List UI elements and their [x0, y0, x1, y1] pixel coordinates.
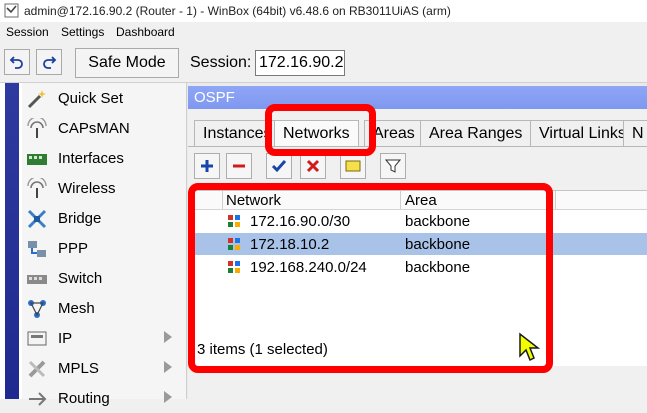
menu-dashboard[interactable]: Dashboard	[116, 25, 175, 39]
sidebar-item-label: Mesh	[58, 300, 95, 317]
wand-icon	[27, 90, 46, 109]
undo-icon	[9, 56, 23, 69]
sidebar-item-interfaces[interactable]: Interfaces	[22, 143, 186, 173]
ospf-title: OSPF	[194, 89, 235, 106]
tab-divider	[188, 146, 647, 147]
check-icon	[271, 160, 287, 173]
submenu-arrow-icon	[164, 361, 172, 373]
interfaces-icon	[27, 154, 47, 165]
ppp-icon	[28, 241, 46, 257]
ip-icon	[27, 331, 47, 346]
winbox-app-icon	[4, 3, 19, 18]
tab-overflow[interactable]: N	[623, 120, 647, 146]
mesh-icon	[28, 300, 46, 318]
undo-button[interactable]	[4, 49, 30, 75]
sidebar-item-label: Bridge	[58, 210, 102, 227]
remove-button[interactable]	[226, 153, 252, 179]
sidebar-item-label: Wireless	[58, 180, 116, 197]
sidebar-item-ip[interactable]: IP	[22, 323, 186, 353]
comment-icon	[345, 160, 361, 172]
redo-icon	[43, 56, 57, 69]
sidebar-item-mpls[interactable]: MPLS	[22, 353, 186, 383]
switch-icon	[27, 275, 47, 284]
submenu-arrow-icon	[164, 331, 172, 343]
sidebar-item-switch[interactable]: Switch	[22, 263, 186, 293]
ospf-title-bar[interactable]: OSPF	[188, 86, 647, 109]
sidebar-item-label: Quick Set	[58, 90, 124, 107]
minus-icon	[233, 164, 245, 168]
sidebar-item-label: IP	[58, 330, 73, 347]
plus-icon	[201, 160, 213, 172]
sidebar-item-capsman[interactable]: CAPsMAN	[22, 113, 186, 143]
menu-bar: Session Settings Dashboard	[0, 22, 647, 42]
column-separator	[555, 191, 556, 209]
sidebar-item-label: PPP	[58, 240, 89, 257]
sidebar-item-bridge[interactable]: Bridge	[22, 203, 186, 233]
table-highlight	[188, 183, 553, 373]
sidebar: Quick Set CAPsMAN Interfaces Wireless Br…	[22, 83, 187, 407]
redo-button[interactable]	[36, 49, 62, 75]
sidebar-item-label: Interfaces	[58, 150, 124, 167]
sidebar-item-label: MPLS	[58, 360, 99, 377]
networks-tab-highlight	[265, 104, 376, 156]
add-button[interactable]	[194, 153, 220, 179]
sidebar-item-mesh[interactable]: Mesh	[22, 293, 186, 323]
winbox-stripe	[5, 83, 19, 399]
sidebar-item-label: Switch	[58, 270, 103, 287]
antenna-icon	[27, 118, 47, 138]
sidebar-item-wireless[interactable]: Wireless	[22, 173, 186, 203]
session-label: Session:	[190, 54, 252, 71]
bridge-icon	[27, 209, 47, 229]
disable-button[interactable]	[300, 153, 326, 179]
mouse-cursor-icon	[519, 332, 541, 362]
title-bar: admin@172.16.90.2 (Router - 1) - WinBox …	[0, 0, 647, 22]
comment-button[interactable]	[340, 153, 366, 179]
filter-button[interactable]	[380, 153, 406, 179]
wireless-icon	[27, 178, 47, 198]
sidebar-item-routing[interactable]: Routing	[22, 383, 186, 413]
sidebar-item-label: CAPsMAN	[58, 120, 130, 137]
main-toolbar: Safe Mode Session: 172.16.90.2	[0, 42, 647, 83]
submenu-arrow-icon	[164, 391, 172, 403]
sidebar-item-quick-set[interactable]: Quick Set	[22, 83, 186, 113]
menu-session[interactable]: Session	[6, 25, 49, 39]
sidebar-item-ppp[interactable]: PPP	[22, 233, 186, 263]
session-field[interactable]: 172.16.90.2	[255, 50, 345, 76]
tab-virtual-links[interactable]: Virtual Links	[530, 120, 635, 146]
left-vertical-bar	[0, 83, 22, 399]
mpls-icon	[28, 360, 46, 378]
menu-settings[interactable]: Settings	[61, 25, 104, 39]
enable-button[interactable]	[266, 153, 292, 179]
window-title: admin@172.16.90.2 (Router - 1) - WinBox …	[24, 4, 451, 18]
safe-mode-button[interactable]: Safe Mode	[75, 48, 179, 78]
tab-area-ranges[interactable]: Area Ranges	[420, 120, 532, 146]
x-icon	[306, 159, 320, 173]
filter-icon	[385, 159, 401, 173]
routing-icon	[29, 392, 47, 406]
